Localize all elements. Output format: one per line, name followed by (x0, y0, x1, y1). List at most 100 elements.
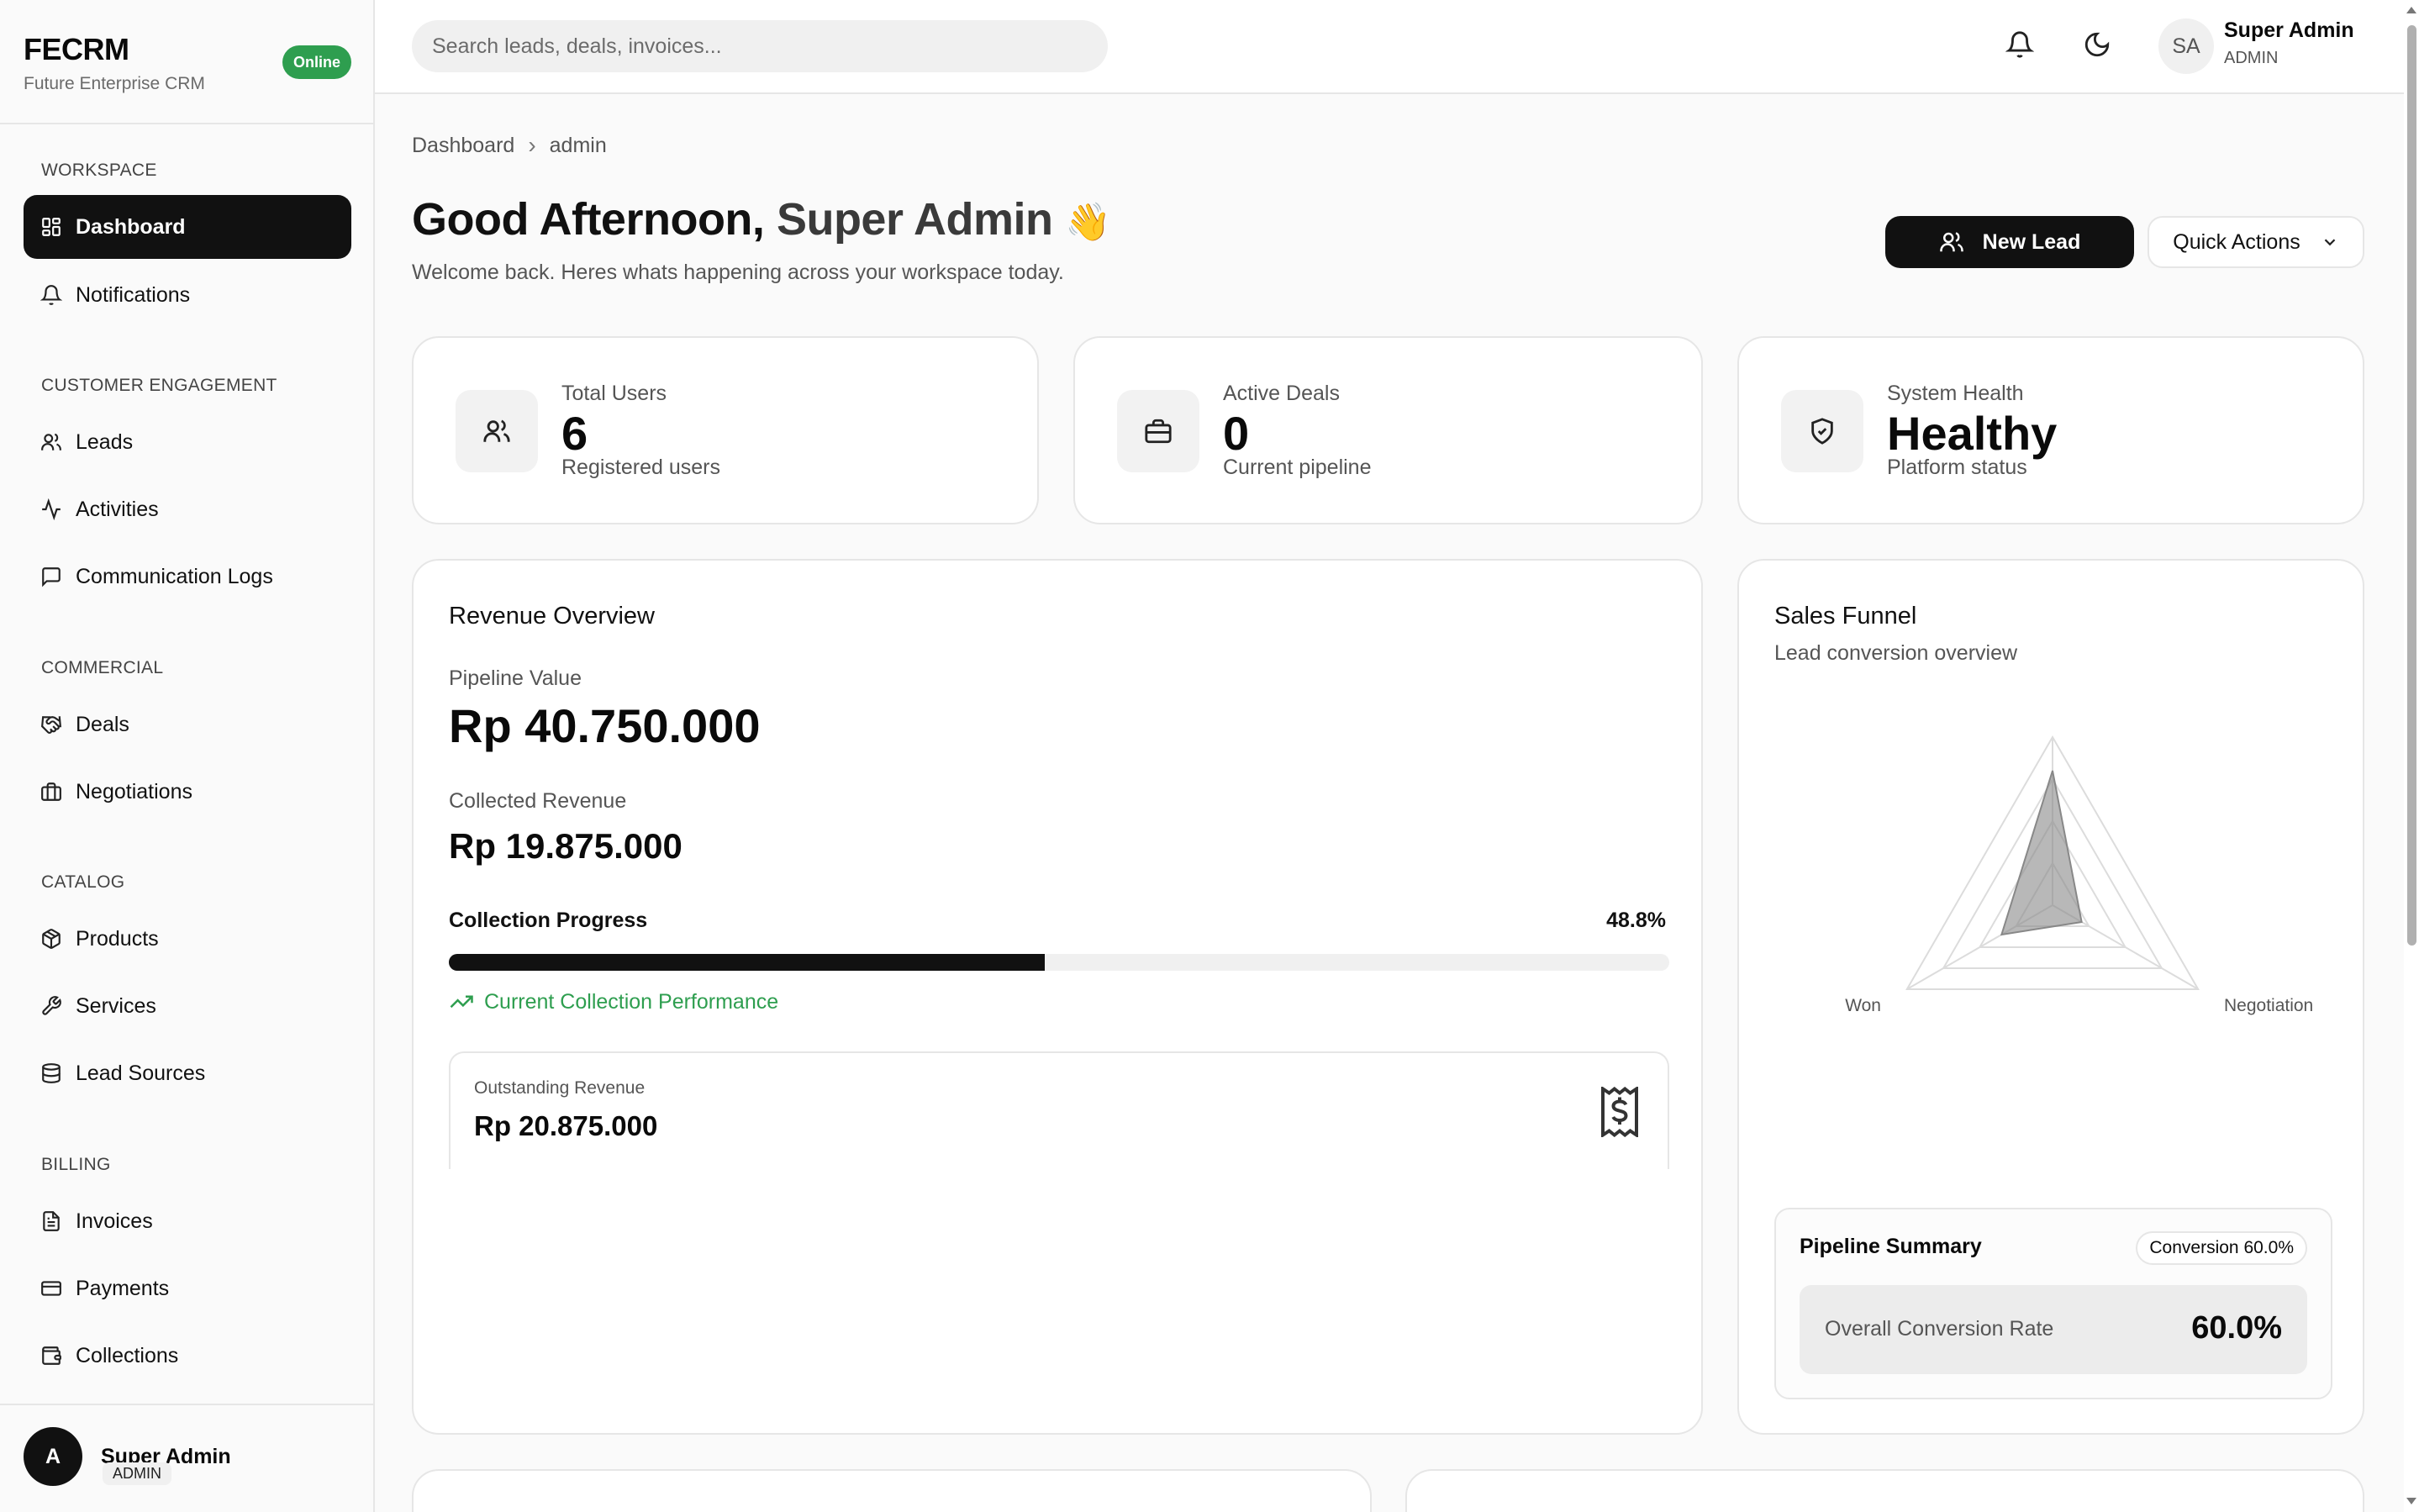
outstanding-revenue-box: Outstanding Revenue Rp 20.875.000 (449, 1051, 1669, 1169)
page-scrollbar[interactable] (2404, 0, 2419, 1512)
scroll-up-arrow[interactable] (2406, 7, 2416, 13)
search-input[interactable] (412, 20, 1108, 72)
sidebar-item-label: Services (76, 993, 156, 1018)
sidebar-item-label: Deals (76, 712, 129, 736)
brand: FECRM Future Enterprise CRM (24, 32, 205, 94)
sidebar-divider (0, 123, 375, 124)
sidebar-item-leads[interactable]: Leads (24, 410, 351, 474)
radar-series-area (2000, 770, 2083, 936)
sidebar-item-dashboard[interactable]: Dashboard (24, 195, 351, 259)
sales-funnel-card: Sales Funnel Lead conversion overview Le… (1737, 559, 2364, 1435)
brand-name: FECRM (24, 32, 129, 66)
chevron-right-icon: › (528, 132, 536, 158)
breadcrumb: Dashboard › admin (412, 132, 607, 159)
revenue-overview-card: Revenue Overview Pipeline Value Rp 40.75… (412, 559, 1703, 1435)
overall-conversion-box: Overall Conversion Rate 60.0% (1800, 1285, 2307, 1374)
wrench-icon (42, 996, 61, 1015)
avatar: A (24, 1427, 82, 1486)
collection-progress-percent: 48.8% (1606, 909, 1666, 932)
new-lead-label: New Lead (1982, 229, 2081, 254)
wallet-icon (42, 1346, 61, 1365)
sidebar-item-label: Leads (76, 429, 134, 454)
stat-sub: Platform status (1887, 456, 2027, 479)
section-billing: BILLING (41, 1155, 111, 1174)
users-icon (456, 390, 538, 472)
greeting-prefix: Good Afternoon, (412, 194, 765, 245)
sidebar-item-notifications[interactable]: Notifications (24, 263, 351, 327)
breadcrumb-current: admin (549, 133, 607, 157)
sidebar-item-label: Invoices (76, 1209, 153, 1233)
sidebar-item-label: Products (76, 926, 159, 951)
sidebar-item-invoices[interactable]: Invoices (24, 1189, 351, 1253)
online-badge: Online (282, 45, 351, 79)
sales-funnel-radar-chart: Lead Negotiation Won (1845, 712, 2313, 1015)
radar-axis-label: Negotiation (2224, 996, 2313, 1015)
message-square-icon (42, 567, 61, 587)
sidebar-item-label: Negotiations (76, 779, 192, 803)
credit-card-icon (41, 1281, 61, 1296)
sidebar-item-collections[interactable]: Collections (24, 1324, 351, 1388)
section-workspace: WORKSPACE (41, 161, 157, 180)
page-title: Good Afternoon, Super Admin 👋 (412, 193, 1111, 245)
stat-sub: Current pipeline (1223, 456, 1372, 479)
section-catalog: CATALOG (41, 872, 125, 892)
stat-value: 6 (561, 407, 588, 460)
overall-conversion-value: 60.0% (2191, 1310, 2282, 1346)
conversion-badge: Conversion 60.0% (2136, 1231, 2307, 1265)
header-user-role: ADMIN (2224, 49, 2279, 67)
shield-check-icon (1781, 390, 1863, 472)
welcome-subtitle: Welcome back. Heres whats happening acro… (412, 261, 1064, 284)
sidebar-item-communication-logs[interactable]: Communication Logs (24, 545, 351, 608)
notifications-bell-button[interactable] (2005, 30, 2035, 59)
sidebar-item-products[interactable]: Products (24, 907, 351, 971)
bell-icon (2005, 31, 2035, 58)
new-lead-button[interactable]: New Lead (1885, 216, 2134, 268)
sidebar: FECRM Future Enterprise CRM Online WORKS… (0, 0, 375, 1512)
trending-up-icon (450, 995, 473, 1009)
sidebar-item-negotiations[interactable]: Negotiations (24, 760, 351, 824)
receipt-icon (1601, 1087, 1638, 1137)
header-avatar[interactable]: SA (2158, 18, 2214, 74)
users-icon (41, 433, 61, 450)
sidebar-item-services[interactable]: Services (24, 974, 351, 1038)
scroll-thumb[interactable] (2407, 25, 2416, 946)
collection-progress-label: Collection Progress (449, 909, 648, 932)
sidebar-user[interactable]: A Super Admin ADMIN (24, 1427, 231, 1486)
scroll-down-arrow[interactable] (2406, 1498, 2416, 1504)
stat-value: Healthy (1887, 407, 2058, 460)
outstanding-revenue-label: Outstanding Revenue (474, 1078, 646, 1098)
theme-toggle-button[interactable] (2083, 30, 2111, 59)
handshake-icon (41, 716, 62, 734)
sidebar-divider (0, 1404, 375, 1405)
sidebar-item-activities[interactable]: Activities (24, 477, 351, 541)
sidebar-item-lead-sources[interactable]: Lead Sources (24, 1041, 351, 1105)
moon-icon (2084, 32, 2110, 57)
package-icon (42, 929, 61, 949)
outstanding-revenue-value: Rp 20.875.000 (474, 1110, 658, 1141)
pipeline-value: Rp 40.750.000 (449, 699, 761, 752)
header-user-name[interactable]: Super Admin (2224, 18, 2354, 43)
quick-actions-dropdown[interactable]: Quick Actions (2148, 216, 2364, 268)
breadcrumb-root[interactable]: Dashboard (412, 134, 514, 158)
sales-funnel-subtitle: Lead conversion overview (1774, 641, 2018, 665)
sidebar-item-label: Communication Logs (76, 564, 273, 588)
briefcase-icon (1117, 390, 1199, 472)
revenue-title: Revenue Overview (449, 603, 655, 630)
sidebar-item-payments[interactable]: Payments (24, 1256, 351, 1320)
database-icon (42, 1063, 61, 1083)
radar-axis-label: Won (1845, 996, 1881, 1015)
quick-actions-label: Quick Actions (2173, 229, 2300, 254)
stat-value: 0 (1223, 407, 1250, 460)
pipeline-summary: Pipeline Summary Conversion 60.0% Overal… (1774, 1208, 2332, 1399)
top-header: SA Super Admin ADMIN (375, 0, 2404, 94)
stat-card-system-health: System Health Healthy Platform status (1737, 336, 2364, 524)
collection-progress-fill (449, 954, 1045, 971)
collected-revenue-value: Rp 19.875.000 (449, 826, 682, 866)
sidebar-item-label: Notifications (76, 282, 191, 307)
chevron-down-icon (2324, 239, 2336, 246)
sidebar-item-deals[interactable]: Deals (24, 693, 351, 756)
stat-sub: Registered users (561, 456, 720, 479)
stat-label: Active Deals (1223, 382, 1340, 405)
dashboard-icon (42, 218, 61, 236)
sidebar-item-label: Collections (76, 1343, 179, 1367)
